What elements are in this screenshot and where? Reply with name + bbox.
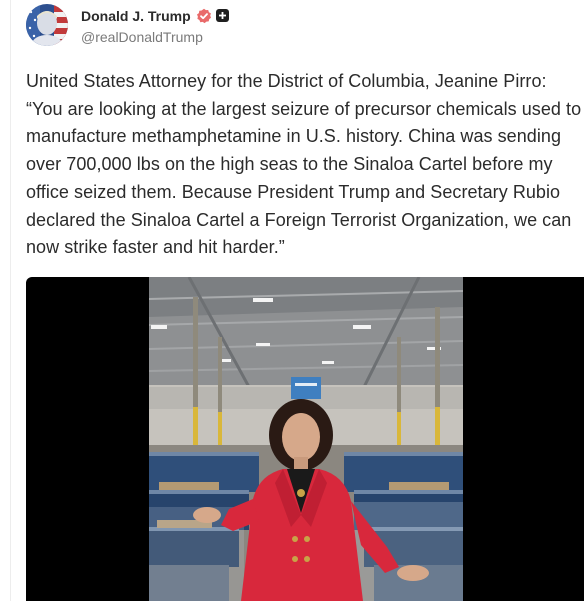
verified-badge-icon	[196, 8, 212, 24]
video-frame	[149, 277, 463, 601]
author-name-row: Donald J. Trump	[81, 6, 229, 26]
post-header: Donald J. Trump @realDonaldTrump	[26, 4, 229, 46]
video-thumbnail	[149, 277, 463, 601]
post-text: United States Attorney for the District …	[26, 71, 582, 258]
thread-divider	[10, 0, 11, 601]
author-handle[interactable]: @realDonaldTrump	[81, 29, 229, 45]
avatar[interactable]	[26, 4, 68, 46]
post-video[interactable]	[26, 277, 584, 601]
post-card: Donald J. Trump @realDonaldTrump United …	[0, 0, 584, 601]
author-identity: Donald J. Trump @realDonaldTrump	[81, 6, 229, 45]
avatar-image	[26, 4, 68, 46]
truth-social-plus-icon	[215, 9, 229, 22]
author-display-name[interactable]: Donald J. Trump	[81, 8, 191, 24]
